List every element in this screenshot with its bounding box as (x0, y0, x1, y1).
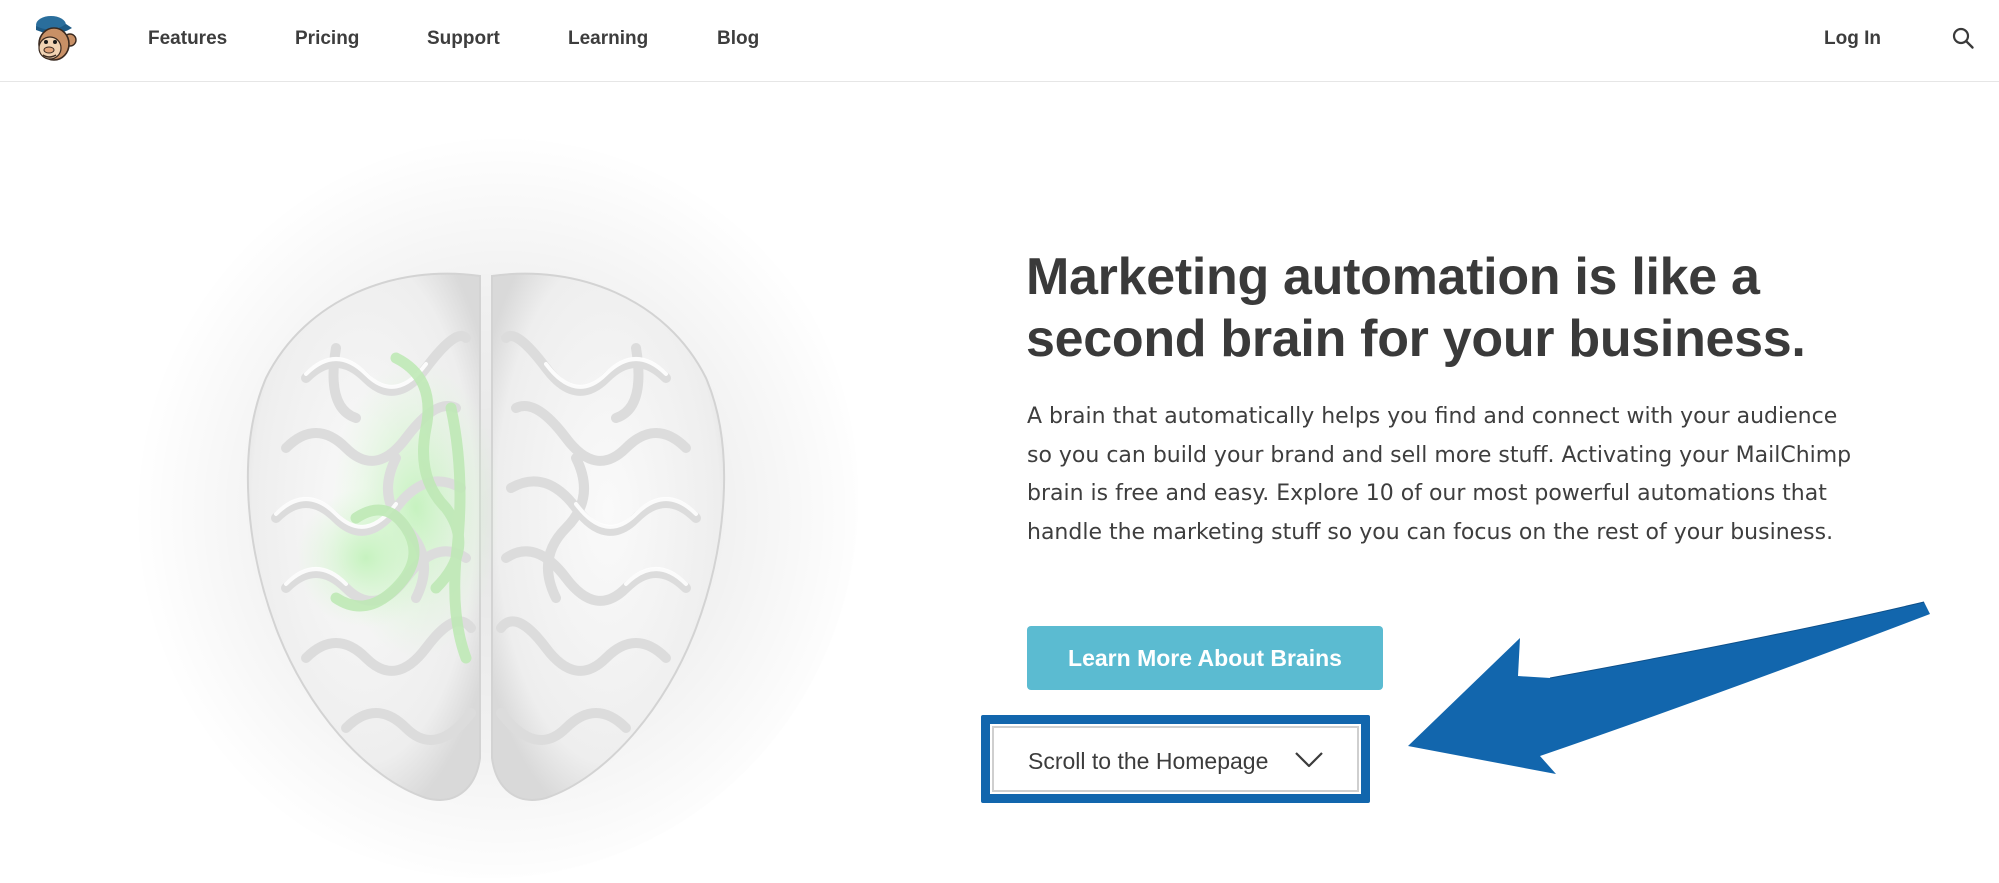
chevron-down-icon (1295, 752, 1323, 768)
nav-pricing[interactable]: Pricing (295, 28, 359, 50)
hero-description: A brain that automatically helps you fin… (1027, 404, 1852, 545)
nav-support[interactable]: Support (427, 28, 500, 50)
site-header: Features Pricing Support Learning Blog L… (0, 0, 1999, 82)
pointer-arrow-icon (1408, 601, 1930, 774)
login-link[interactable]: Log In (1824, 28, 1881, 50)
brain-illustration (246, 272, 726, 801)
mailchimp-logo-icon[interactable] (26, 12, 80, 66)
search-icon[interactable] (1951, 26, 1975, 50)
hero-image (118, 118, 858, 883)
learn-more-button[interactable]: Learn More About Brains (1027, 626, 1383, 690)
nav-blog[interactable]: Blog (717, 28, 759, 50)
scroll-to-homepage-button[interactable]: Scroll to the Homepage (992, 726, 1359, 792)
nav-learning[interactable]: Learning (568, 28, 648, 50)
nav-features[interactable]: Features (148, 28, 227, 50)
hero-headline: Marketing automation is like a second br… (1026, 248, 1806, 368)
scroll-button-label: Scroll to the Homepage (1028, 748, 1269, 774)
